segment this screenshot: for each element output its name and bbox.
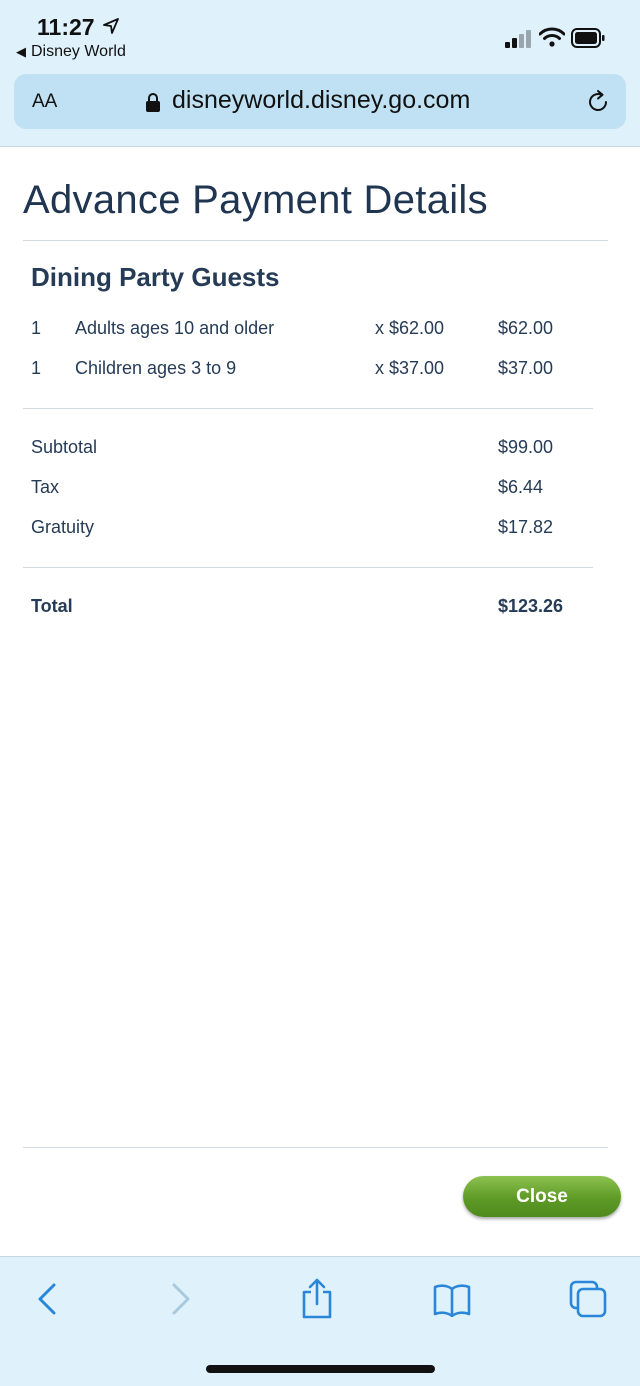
guest-unit-price: x $37.00 bbox=[375, 358, 445, 378]
total-amount: $123.26 bbox=[498, 596, 564, 616]
status-time: 11:27 bbox=[37, 14, 95, 40]
browser-toolbar bbox=[0, 1256, 640, 1386]
guest-row: 1 Adults ages 10 and older x $62.00 $62.… bbox=[0, 318, 640, 348]
guest-unit-price: x $62.00 bbox=[375, 318, 445, 338]
summary-label: Tax bbox=[31, 477, 60, 497]
guest-qty: 1 bbox=[31, 358, 42, 378]
guest-qty: 1 bbox=[31, 318, 42, 338]
title-divider bbox=[23, 240, 608, 241]
footer-divider bbox=[23, 1147, 608, 1148]
guest-description: Children ages 3 to 9 bbox=[75, 358, 237, 378]
summary-label: Subtotal bbox=[31, 437, 98, 457]
address-bar[interactable]: AA disneyworld.disney.go.com bbox=[14, 74, 626, 129]
tabs-icon[interactable] bbox=[568, 1279, 608, 1319]
total-label: Total bbox=[31, 596, 73, 616]
total-row: Total $123.26 bbox=[0, 596, 640, 626]
summary-divider bbox=[23, 567, 593, 568]
share-icon[interactable] bbox=[300, 1277, 334, 1319]
reload-icon[interactable] bbox=[585, 89, 611, 115]
chevron-right-icon[interactable] bbox=[168, 1281, 194, 1317]
summary-row-tax: Tax $6.44 bbox=[0, 477, 640, 507]
back-app-label: Disney World bbox=[31, 43, 126, 60]
guest-amount: $37.00 bbox=[498, 358, 554, 378]
close-button[interactable]: Close bbox=[463, 1176, 621, 1217]
section-title: Dining Party Guests bbox=[31, 262, 280, 292]
text-size-button[interactable]: AA bbox=[32, 91, 57, 113]
summary-label: Gratuity bbox=[31, 517, 95, 537]
battery-icon bbox=[571, 28, 605, 48]
summary-amount: $17.82 bbox=[498, 517, 554, 537]
summary-row-subtotal: Subtotal $99.00 bbox=[0, 437, 640, 467]
back-triangle-icon: ◀ bbox=[16, 44, 26, 59]
wifi-icon bbox=[539, 27, 565, 47]
url-text: disneyworld.disney.go.com bbox=[172, 86, 471, 114]
guest-amount: $62.00 bbox=[498, 318, 554, 338]
guests-divider bbox=[23, 408, 593, 409]
summary-row-gratuity: Gratuity $17.82 bbox=[0, 517, 640, 547]
chevron-left-icon[interactable] bbox=[34, 1281, 60, 1317]
book-icon[interactable] bbox=[433, 1283, 471, 1317]
location-arrow-icon bbox=[103, 18, 119, 34]
guest-description: Adults ages 10 and older bbox=[75, 318, 275, 338]
summary-amount: $6.44 bbox=[498, 477, 544, 497]
page-title: Advance Payment Details bbox=[23, 178, 488, 222]
browser-top-chrome: 11:27 ◀ Disney World AA disneyworld.disne… bbox=[0, 0, 640, 147]
home-indicator bbox=[206, 1365, 435, 1373]
back-to-app-link[interactable]: ◀ Disney World bbox=[16, 43, 126, 61]
guest-row: 1 Children ages 3 to 9 x $37.00 $37.00 bbox=[0, 358, 640, 388]
cellular-signal-icon bbox=[505, 30, 531, 48]
summary-amount: $99.00 bbox=[498, 437, 554, 457]
lock-icon bbox=[146, 93, 160, 112]
